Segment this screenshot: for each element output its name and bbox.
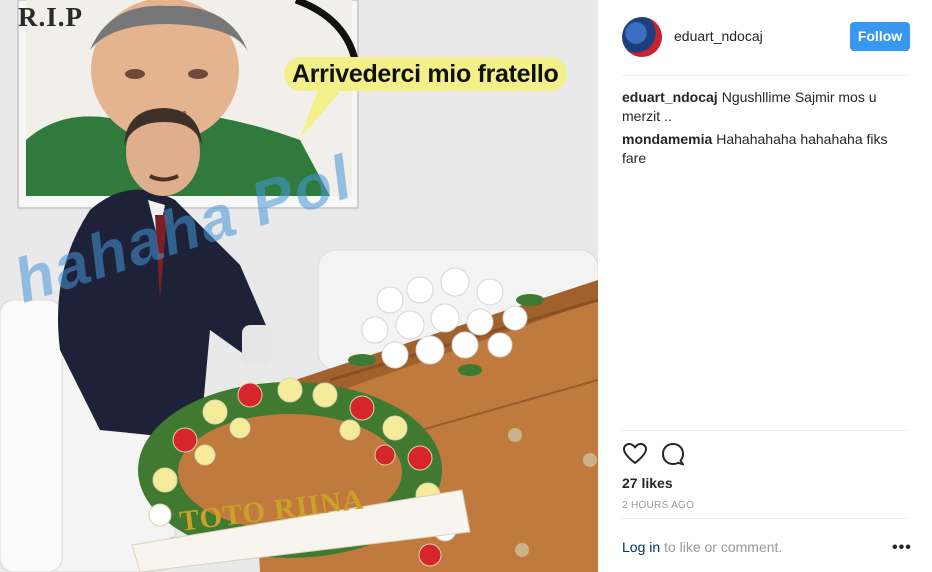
heart-icon[interactable] <box>622 441 648 467</box>
comment-item: mondamemia Hahahahaha hahahaha fiks fare <box>622 130 912 168</box>
post-photo[interactable]: hahaha Pol R.I.P Arrivederci mio fratell… <box>0 0 598 572</box>
post-timestamp[interactable]: 2 HOURS AGO <box>622 500 694 511</box>
like-count[interactable]: 27 likes <box>622 475 673 491</box>
follow-button[interactable]: Follow <box>850 22 910 51</box>
rip-text: R.I.P <box>18 2 83 32</box>
avatar[interactable] <box>622 17 662 57</box>
comment-username[interactable]: mondamemia <box>622 131 712 147</box>
login-prompt-text: to like or comment. <box>664 539 783 555</box>
post-username[interactable]: eduart_ndocaj <box>674 28 763 44</box>
comment-list: eduart_ndocaj Ngushllime Sajmir mos u mer… <box>622 88 912 172</box>
post-side-panel: eduart_ndocaj Follow eduart_ndocaj Ngushl… <box>598 0 932 572</box>
comment-item: eduart_ndocaj Ngushllime Sajmir mos u mer… <box>622 88 912 126</box>
login-prompt: Log in to like or comment. <box>622 539 782 555</box>
comment-username[interactable]: eduart_ndocaj <box>622 89 718 105</box>
footer-divider <box>622 518 908 519</box>
speech-bubble: Arrivederci mio fratello <box>284 57 567 91</box>
more-options-icon[interactable]: ••• <box>892 539 912 557</box>
header-divider <box>622 75 908 76</box>
post-header: eduart_ndocaj Follow <box>622 17 910 57</box>
login-link[interactable]: Log in <box>622 539 660 555</box>
comment-icon[interactable] <box>660 441 686 467</box>
actions-divider <box>622 430 908 431</box>
